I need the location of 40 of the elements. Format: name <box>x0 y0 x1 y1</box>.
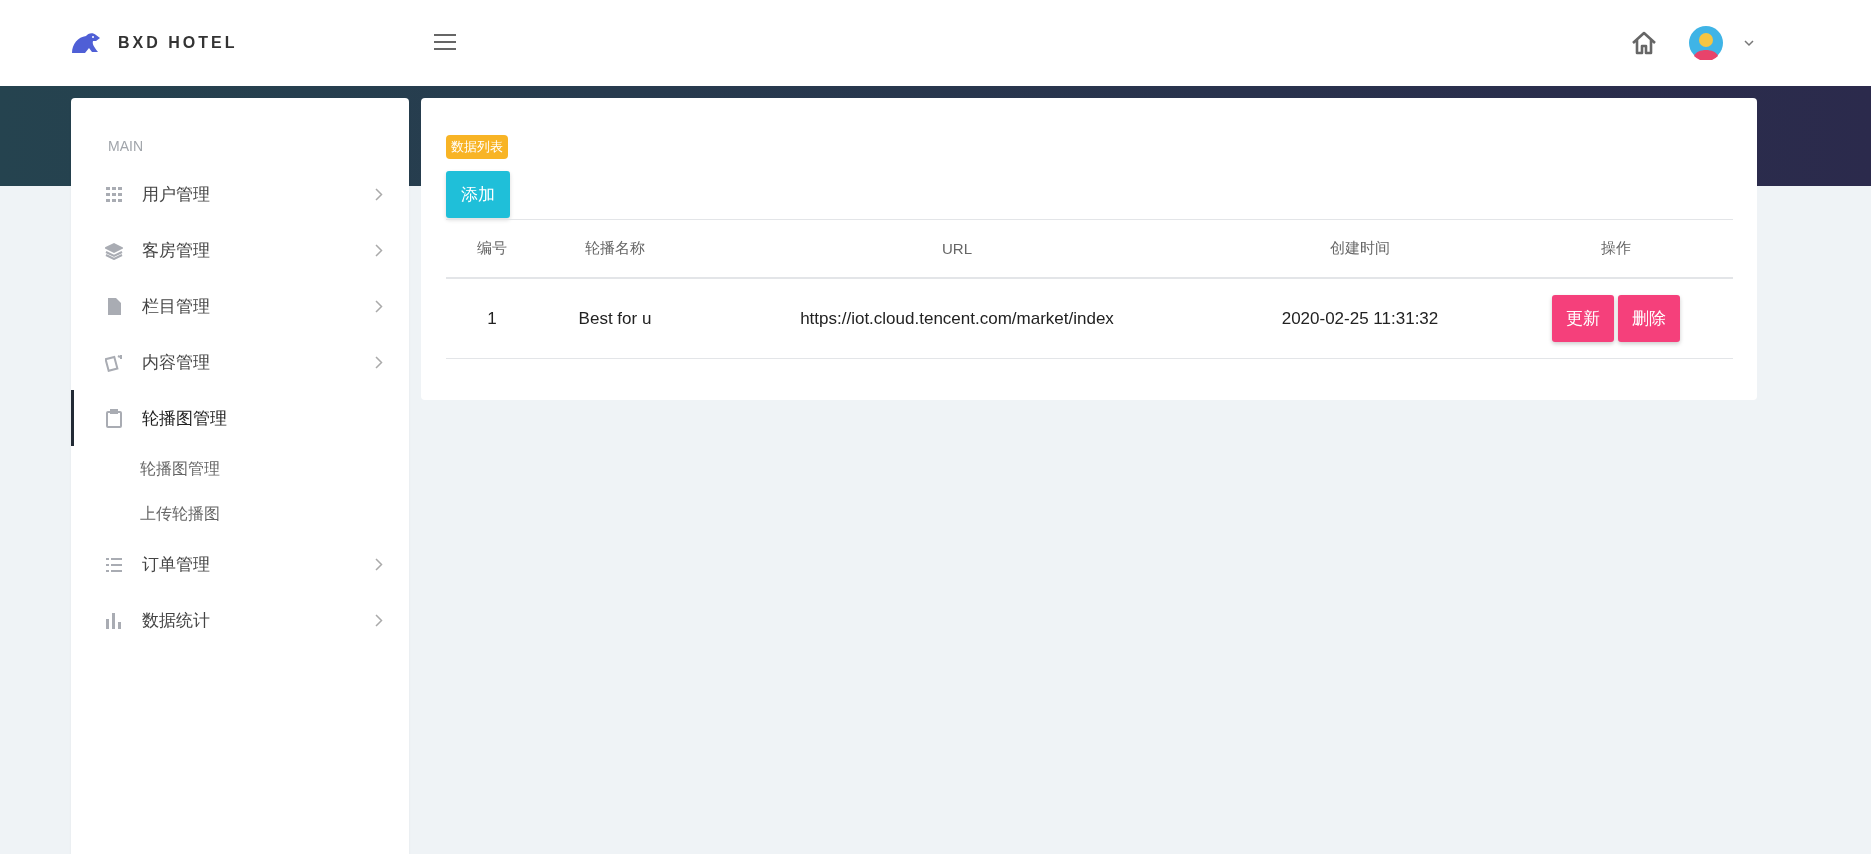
sidebar-item[interactable]: 客房管理 <box>71 222 409 278</box>
table-cell: 1 <box>446 278 538 359</box>
clipboard-icon <box>105 408 123 428</box>
sidebar-item[interactable]: 用户管理 <box>71 166 409 222</box>
table-cell: 2020-02-25 11:31:32 <box>1222 278 1498 359</box>
column-header: 操作 <box>1498 219 1733 278</box>
badge: 数据列表 <box>446 135 508 159</box>
menu-icon[interactable] <box>433 33 457 51</box>
chevron-right-icon <box>375 355 383 369</box>
frog-logo-icon <box>71 32 101 54</box>
chevron-right-icon <box>375 557 383 571</box>
submenu-item[interactable]: 上传轮播图 <box>71 491 220 536</box>
table-cell: Best for u <box>538 278 692 359</box>
chevron-right-icon <box>375 299 383 313</box>
delete-button[interactable]: 删除 <box>1617 295 1680 342</box>
sidebar-item[interactable]: 订单管理 <box>71 536 409 592</box>
document-icon <box>105 296 123 316</box>
home-icon[interactable] <box>1631 31 1657 55</box>
chevron-right-icon <box>375 613 383 627</box>
chevron-right-icon <box>375 187 383 201</box>
table-cell: https://iot.cloud.tencent.com/market/index <box>692 278 1222 359</box>
cards-icon <box>105 352 123 372</box>
column-header: 轮播名称 <box>538 219 692 278</box>
chevron-right-icon <box>375 243 383 257</box>
column-header: URL <box>692 219 1222 278</box>
sidebar-item[interactable]: 内容管理 <box>71 334 409 390</box>
caret-icon[interactable] <box>1743 39 1755 47</box>
layers-icon <box>105 240 123 260</box>
grid-icon <box>105 184 123 204</box>
avatar-icon[interactable] <box>1689 26 1723 60</box>
sidebar-item[interactable]: 轮播图管理 <box>71 390 409 446</box>
sidebar-item[interactable]: 栏目管理 <box>71 278 409 334</box>
bar-chart-icon <box>105 610 123 630</box>
brand-name: BXD HOTEL <box>118 34 238 52</box>
column-header: 创建时间 <box>1222 219 1498 278</box>
sidebar-item[interactable]: 数据统计 <box>71 592 409 648</box>
submenu-item[interactable]: 轮播图管理 <box>71 446 220 491</box>
section-label: MAIN <box>107 138 144 154</box>
column-header: 编号 <box>446 219 538 278</box>
update-button[interactable]: 更新 <box>1551 295 1614 342</box>
